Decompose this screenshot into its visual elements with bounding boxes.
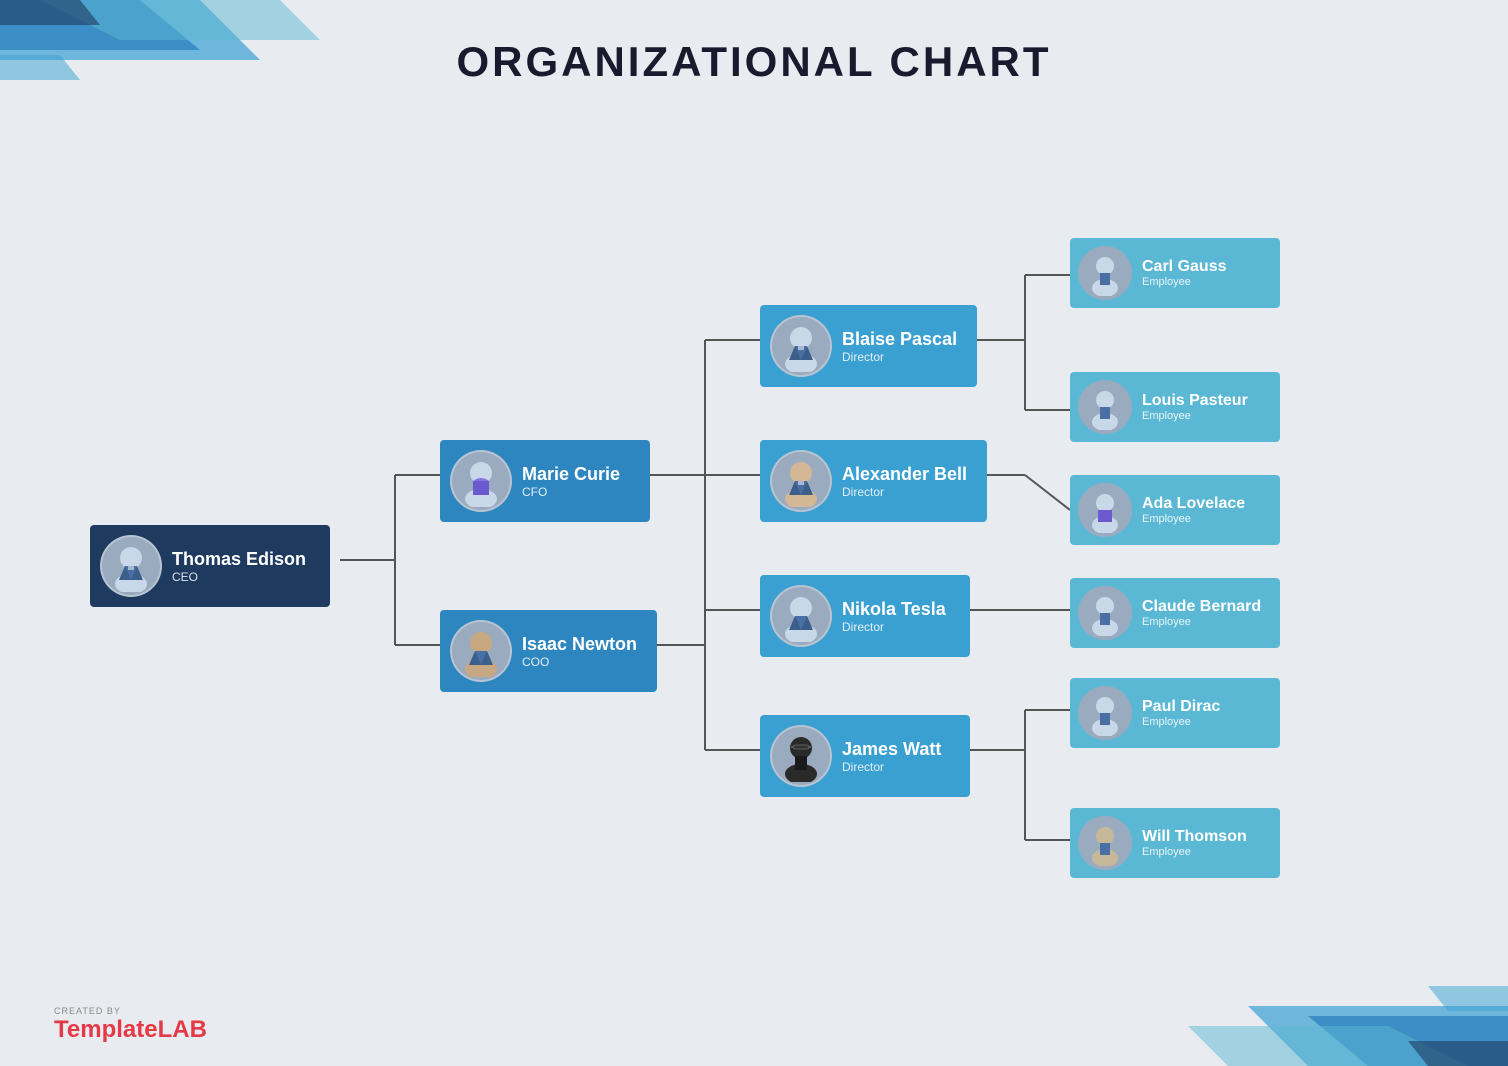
- paul-dirac-role: Employee: [1142, 716, 1220, 728]
- alexander-bell-role: Director: [842, 485, 967, 499]
- claude-bernard-avatar: [1078, 586, 1132, 640]
- isaac-newton-name: Isaac Newton: [522, 634, 637, 655]
- alexander-bell-text: Alexander Bell Director: [842, 464, 967, 499]
- employee-claude-bernard: Claude Bernard Employee: [1070, 578, 1280, 648]
- blaise-pascal-role: Director: [842, 350, 957, 364]
- claude-bernard-role: Employee: [1142, 616, 1261, 628]
- isaac-newton-text: Isaac Newton COO: [522, 634, 637, 669]
- james-watt-text: James Watt Director: [842, 739, 941, 774]
- will-thomson-text: Will Thomson Employee: [1142, 828, 1247, 858]
- will-thomson-role: Employee: [1142, 846, 1247, 858]
- manager-isaac-newton: Isaac Newton COO: [440, 610, 657, 692]
- will-thomson-name: Will Thomson: [1142, 828, 1247, 846]
- james-watt-avatar: [770, 725, 832, 787]
- louis-pasteur-role: Employee: [1142, 410, 1248, 422]
- nikola-tesla-role: Director: [842, 620, 946, 634]
- isaac-newton-avatar: [450, 620, 512, 682]
- claude-bernard-text: Claude Bernard Employee: [1142, 598, 1261, 628]
- ceo-node: Thomas Edison CEO: [90, 525, 330, 607]
- will-thomson-avatar: [1078, 816, 1132, 870]
- blaise-pascal-name: Blaise Pascal: [842, 329, 957, 350]
- paul-dirac-text: Paul Dirac Employee: [1142, 698, 1220, 728]
- footer-brand-part1: Template: [54, 1016, 158, 1043]
- footer: CREATED BY TemplateLAB: [54, 1006, 207, 1044]
- paul-dirac-name: Paul Dirac: [1142, 698, 1220, 716]
- page-title: ORGANIZATIONAL CHART: [0, 38, 1508, 86]
- ada-lovelace-avatar: [1078, 483, 1132, 537]
- marie-curie-name: Marie Curie: [522, 464, 620, 485]
- employee-ada-lovelace: Ada Lovelace Employee: [1070, 475, 1280, 545]
- marie-curie-text: Marie Curie CFO: [522, 464, 620, 499]
- ada-lovelace-role: Employee: [1142, 513, 1245, 525]
- marie-curie-avatar: [450, 450, 512, 512]
- louis-pasteur-text: Louis Pasteur Employee: [1142, 392, 1248, 422]
- employee-carl-gauss: Carl Gauss Employee: [1070, 238, 1280, 308]
- employee-louis-pasteur: Louis Pasteur Employee: [1070, 372, 1280, 442]
- ceo-role: CEO: [172, 570, 306, 584]
- blaise-pascal-avatar: [770, 315, 832, 377]
- james-watt-role: Director: [842, 760, 941, 774]
- footer-created-by: CREATED BY: [54, 1006, 207, 1016]
- nikola-tesla-name: Nikola Tesla: [842, 599, 946, 620]
- nikola-tesla-text: Nikola Tesla Director: [842, 599, 946, 634]
- director-blaise-pascal: Blaise Pascal Director: [760, 305, 977, 387]
- director-james-watt: James Watt Director: [760, 715, 970, 797]
- ada-lovelace-text: Ada Lovelace Employee: [1142, 495, 1245, 525]
- ada-lovelace-name: Ada Lovelace: [1142, 495, 1245, 513]
- carl-gauss-role: Employee: [1142, 276, 1226, 288]
- manager-marie-curie: Marie Curie CFO: [440, 440, 650, 522]
- director-alexander-bell: Alexander Bell Director: [760, 440, 987, 522]
- louis-pasteur-avatar: [1078, 380, 1132, 434]
- carl-gauss-name: Carl Gauss: [1142, 258, 1226, 276]
- claude-bernard-name: Claude Bernard: [1142, 598, 1261, 616]
- marie-curie-role: CFO: [522, 485, 620, 499]
- james-watt-name: James Watt: [842, 739, 941, 760]
- paul-dirac-avatar: [1078, 686, 1132, 740]
- isaac-newton-role: COO: [522, 655, 637, 669]
- nikola-tesla-avatar: [770, 585, 832, 647]
- ceo-name: Thomas Edison: [172, 549, 306, 570]
- carl-gauss-avatar: [1078, 246, 1132, 300]
- director-nikola-tesla: Nikola Tesla Director: [760, 575, 970, 657]
- ceo-avatar: [100, 535, 162, 597]
- employee-will-thomson: Will Thomson Employee: [1070, 808, 1280, 878]
- footer-brand: TemplateLAB: [54, 1016, 207, 1044]
- employee-paul-dirac: Paul Dirac Employee: [1070, 678, 1280, 748]
- louis-pasteur-name: Louis Pasteur: [1142, 392, 1248, 410]
- ceo-text: Thomas Edison CEO: [172, 549, 306, 584]
- alexander-bell-avatar: [770, 450, 832, 512]
- carl-gauss-text: Carl Gauss Employee: [1142, 258, 1226, 288]
- alexander-bell-name: Alexander Bell: [842, 464, 967, 485]
- footer-brand-part2: LAB: [158, 1016, 207, 1043]
- blaise-pascal-text: Blaise Pascal Director: [842, 329, 957, 364]
